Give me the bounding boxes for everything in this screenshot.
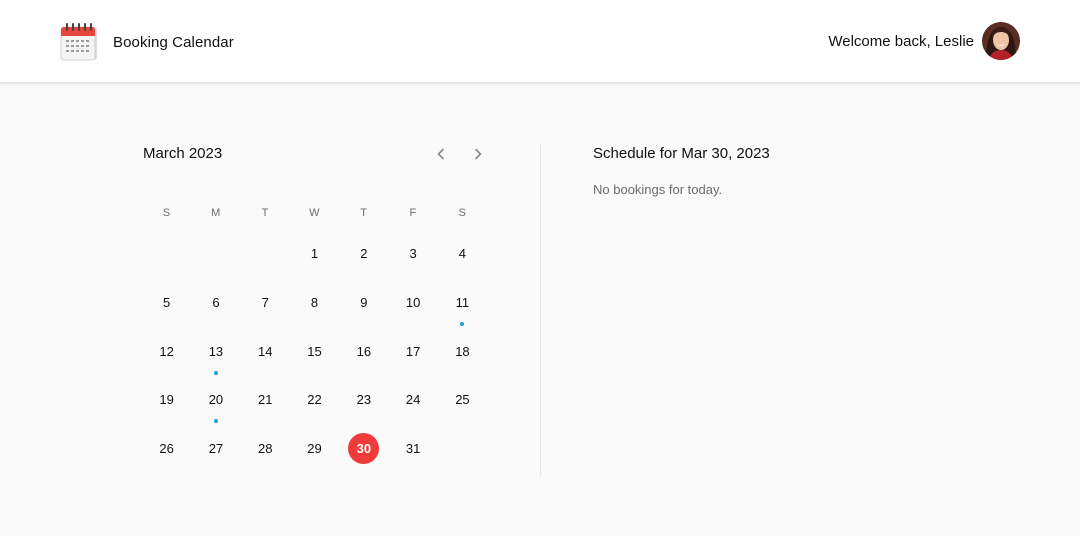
schedule-title: Schedule for Mar 30, 2023	[593, 145, 770, 162]
day-button[interactable]: 20	[200, 384, 231, 415]
day-cell: 15	[290, 336, 339, 385]
booking-indicator-dot	[213, 370, 218, 375]
day-cell: 16	[339, 336, 388, 385]
day-cell: 23	[339, 384, 388, 433]
empty-day-cell	[142, 238, 191, 287]
day-cell: 9	[339, 287, 388, 336]
day-button[interactable]: 26	[151, 433, 182, 464]
day-button[interactable]: 5	[151, 287, 182, 318]
day-cell: 27	[191, 433, 240, 482]
weekday-label: F	[409, 207, 417, 219]
day-button[interactable]: 12	[151, 336, 182, 367]
day-button[interactable]: 25	[447, 384, 478, 415]
schedule-panel: Schedule for Mar 30, 2023 No bookings fo…	[593, 145, 770, 197]
day-button[interactable]: 27	[200, 433, 231, 464]
day-cell: 8	[290, 287, 339, 336]
month-label: March 2023	[143, 145, 223, 162]
next-month-button[interactable]	[467, 143, 489, 165]
day-cell: 18	[438, 336, 487, 385]
day-button[interactable]: 18	[447, 336, 478, 367]
day-cell: 28	[241, 433, 290, 482]
day-cell: 14	[241, 336, 290, 385]
day-cell: 1	[290, 238, 339, 287]
app-title: Booking Calendar	[113, 33, 234, 51]
day-cell: 20	[191, 384, 240, 433]
day-cell: 7	[241, 287, 290, 336]
weekday-header-row: SMTWTFS	[142, 207, 487, 219]
weekday-label: W	[309, 207, 320, 219]
day-cell: 25	[438, 384, 487, 433]
day-button[interactable]: 2	[348, 238, 379, 269]
day-button[interactable]: 15	[299, 336, 330, 367]
chevron-left-icon	[437, 148, 444, 160]
day-cell: 11	[438, 287, 487, 336]
user-avatar[interactable]	[982, 22, 1020, 60]
day-button[interactable]: 1	[299, 238, 330, 269]
day-cell: 26	[142, 433, 191, 482]
day-button[interactable]: 4	[447, 238, 478, 269]
day-button[interactable]: 14	[250, 336, 281, 367]
weekday-label: T	[360, 207, 368, 219]
day-button[interactable]: 17	[398, 336, 429, 367]
day-cell: 22	[290, 384, 339, 433]
schedule-empty-message: No bookings for today.	[593, 182, 723, 197]
day-button[interactable]: 31	[398, 433, 429, 464]
chevron-right-icon	[475, 148, 482, 160]
weekday-label: S	[458, 207, 467, 219]
welcome-text: Welcome back, Leslie	[828, 32, 974, 50]
empty-day-cell	[191, 238, 240, 287]
booking-indicator-dot	[213, 419, 218, 424]
day-button[interactable]: 6	[200, 287, 231, 318]
day-cell: 3	[388, 238, 437, 287]
empty-day-cell	[241, 238, 290, 287]
day-cell: 6	[191, 287, 240, 336]
day-button[interactable]: 13	[200, 336, 231, 367]
day-button-selected[interactable]: 30	[348, 433, 380, 465]
user-area: Welcome back, Leslie	[828, 22, 1020, 60]
day-button[interactable]: 16	[348, 336, 379, 367]
previous-month-button[interactable]	[430, 143, 452, 165]
calendar-panel: March 2023 SMTWTFS 1 2 3 4 5 6 7 8 9 10 11 12 13 14 15…	[142, 143, 487, 465]
day-cell: 24	[388, 384, 437, 433]
calendar-icon	[60, 23, 97, 61]
day-cell: 29	[290, 433, 339, 482]
day-button[interactable]: 10	[398, 287, 429, 318]
day-button[interactable]: 11	[447, 287, 478, 318]
day-cell: 13	[191, 336, 240, 385]
day-button[interactable]: 3	[398, 238, 429, 269]
app-header: Booking Calendar Welcome back, Leslie	[0, 0, 1080, 83]
calendar-header: March 2023	[142, 143, 487, 165]
weekday-label: T	[261, 207, 269, 219]
day-button[interactable]: 24	[398, 384, 429, 415]
day-cell: 4	[438, 238, 487, 287]
day-button[interactable]: 7	[250, 287, 281, 318]
day-cell: 12	[142, 336, 191, 385]
day-button[interactable]: 9	[348, 287, 379, 318]
day-cell: 30	[339, 433, 388, 482]
day-cell: 10	[388, 287, 437, 336]
day-cell: 2	[339, 238, 388, 287]
day-cell: 5	[142, 287, 191, 336]
day-button[interactable]: 29	[299, 433, 330, 464]
days-grid: 1 2 3 4 5 6 7 8 9 10 11 12 13 14 15 16 17 18 19 20 21 22 23 24 2…	[142, 238, 487, 482]
day-cell: 21	[241, 384, 290, 433]
booking-indicator-dot	[460, 321, 465, 326]
day-button[interactable]: 23	[348, 384, 379, 415]
day-cell: 19	[142, 384, 191, 433]
day-button[interactable]: 19	[151, 384, 182, 415]
day-cell: 31	[388, 433, 437, 482]
day-cell: 17	[388, 336, 437, 385]
weekday-label: S	[162, 207, 171, 219]
brand: Booking Calendar	[59, 22, 234, 62]
weekday-label: M	[211, 207, 221, 219]
day-button[interactable]: 21	[250, 384, 281, 415]
day-button[interactable]: 28	[250, 433, 281, 464]
day-button[interactable]: 22	[299, 384, 330, 415]
day-button[interactable]: 8	[299, 287, 330, 318]
panel-divider	[540, 143, 541, 476]
